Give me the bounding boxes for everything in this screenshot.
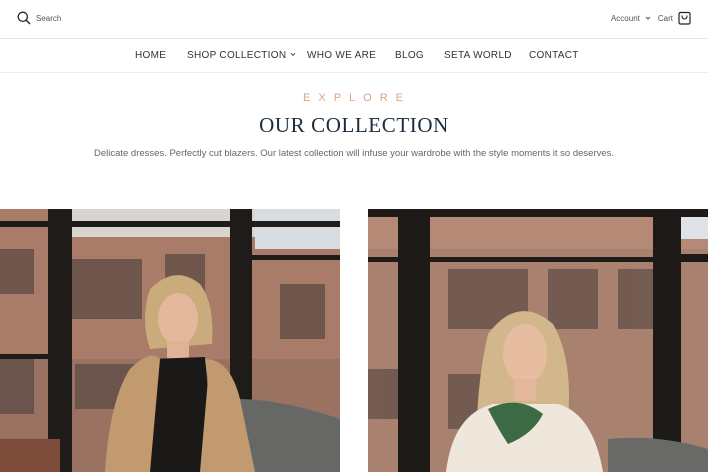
chevron-down-icon[interactable] xyxy=(645,15,651,21)
nav-item-seta-world[interactable]: SETA WORLD xyxy=(444,50,512,61)
model-photo-right xyxy=(368,209,708,472)
search-icon xyxy=(17,11,31,25)
search-trigger[interactable]: Search xyxy=(17,11,61,25)
section-description: Delicate dresses. Perfectly cut blazers.… xyxy=(93,148,615,159)
model-photo-left xyxy=(0,209,340,472)
collection-image-left[interactable] xyxy=(0,209,340,472)
top-bar: Search Account Cart xyxy=(0,0,708,39)
account-cart-area: Account Cart xyxy=(611,11,691,25)
collection-image-right[interactable] xyxy=(368,209,708,472)
nav-item-who-we-are[interactable]: WHO WE ARE xyxy=(307,50,376,61)
chevron-down-icon xyxy=(290,52,296,57)
section-eyebrow: EXPLORE xyxy=(303,92,411,104)
shopping-bag-icon[interactable] xyxy=(678,11,691,25)
account-link[interactable]: Account xyxy=(611,14,640,23)
search-label: Search xyxy=(36,13,62,23)
cart-link[interactable]: Cart xyxy=(658,14,673,23)
nav-item-home[interactable]: HOME xyxy=(135,50,166,61)
page-title: OUR COLLECTION xyxy=(259,113,449,137)
nav-item-contact[interactable]: CONTACT xyxy=(529,50,579,61)
nav-item-label: SHOP COLLECTION xyxy=(187,50,287,61)
main-navigation: HOME SHOP COLLECTION WHO WE ARE BLOG SET… xyxy=(0,39,708,73)
nav-item-blog[interactable]: BLOG xyxy=(395,50,424,61)
nav-item-shop-collection[interactable]: SHOP COLLECTION xyxy=(187,50,296,61)
